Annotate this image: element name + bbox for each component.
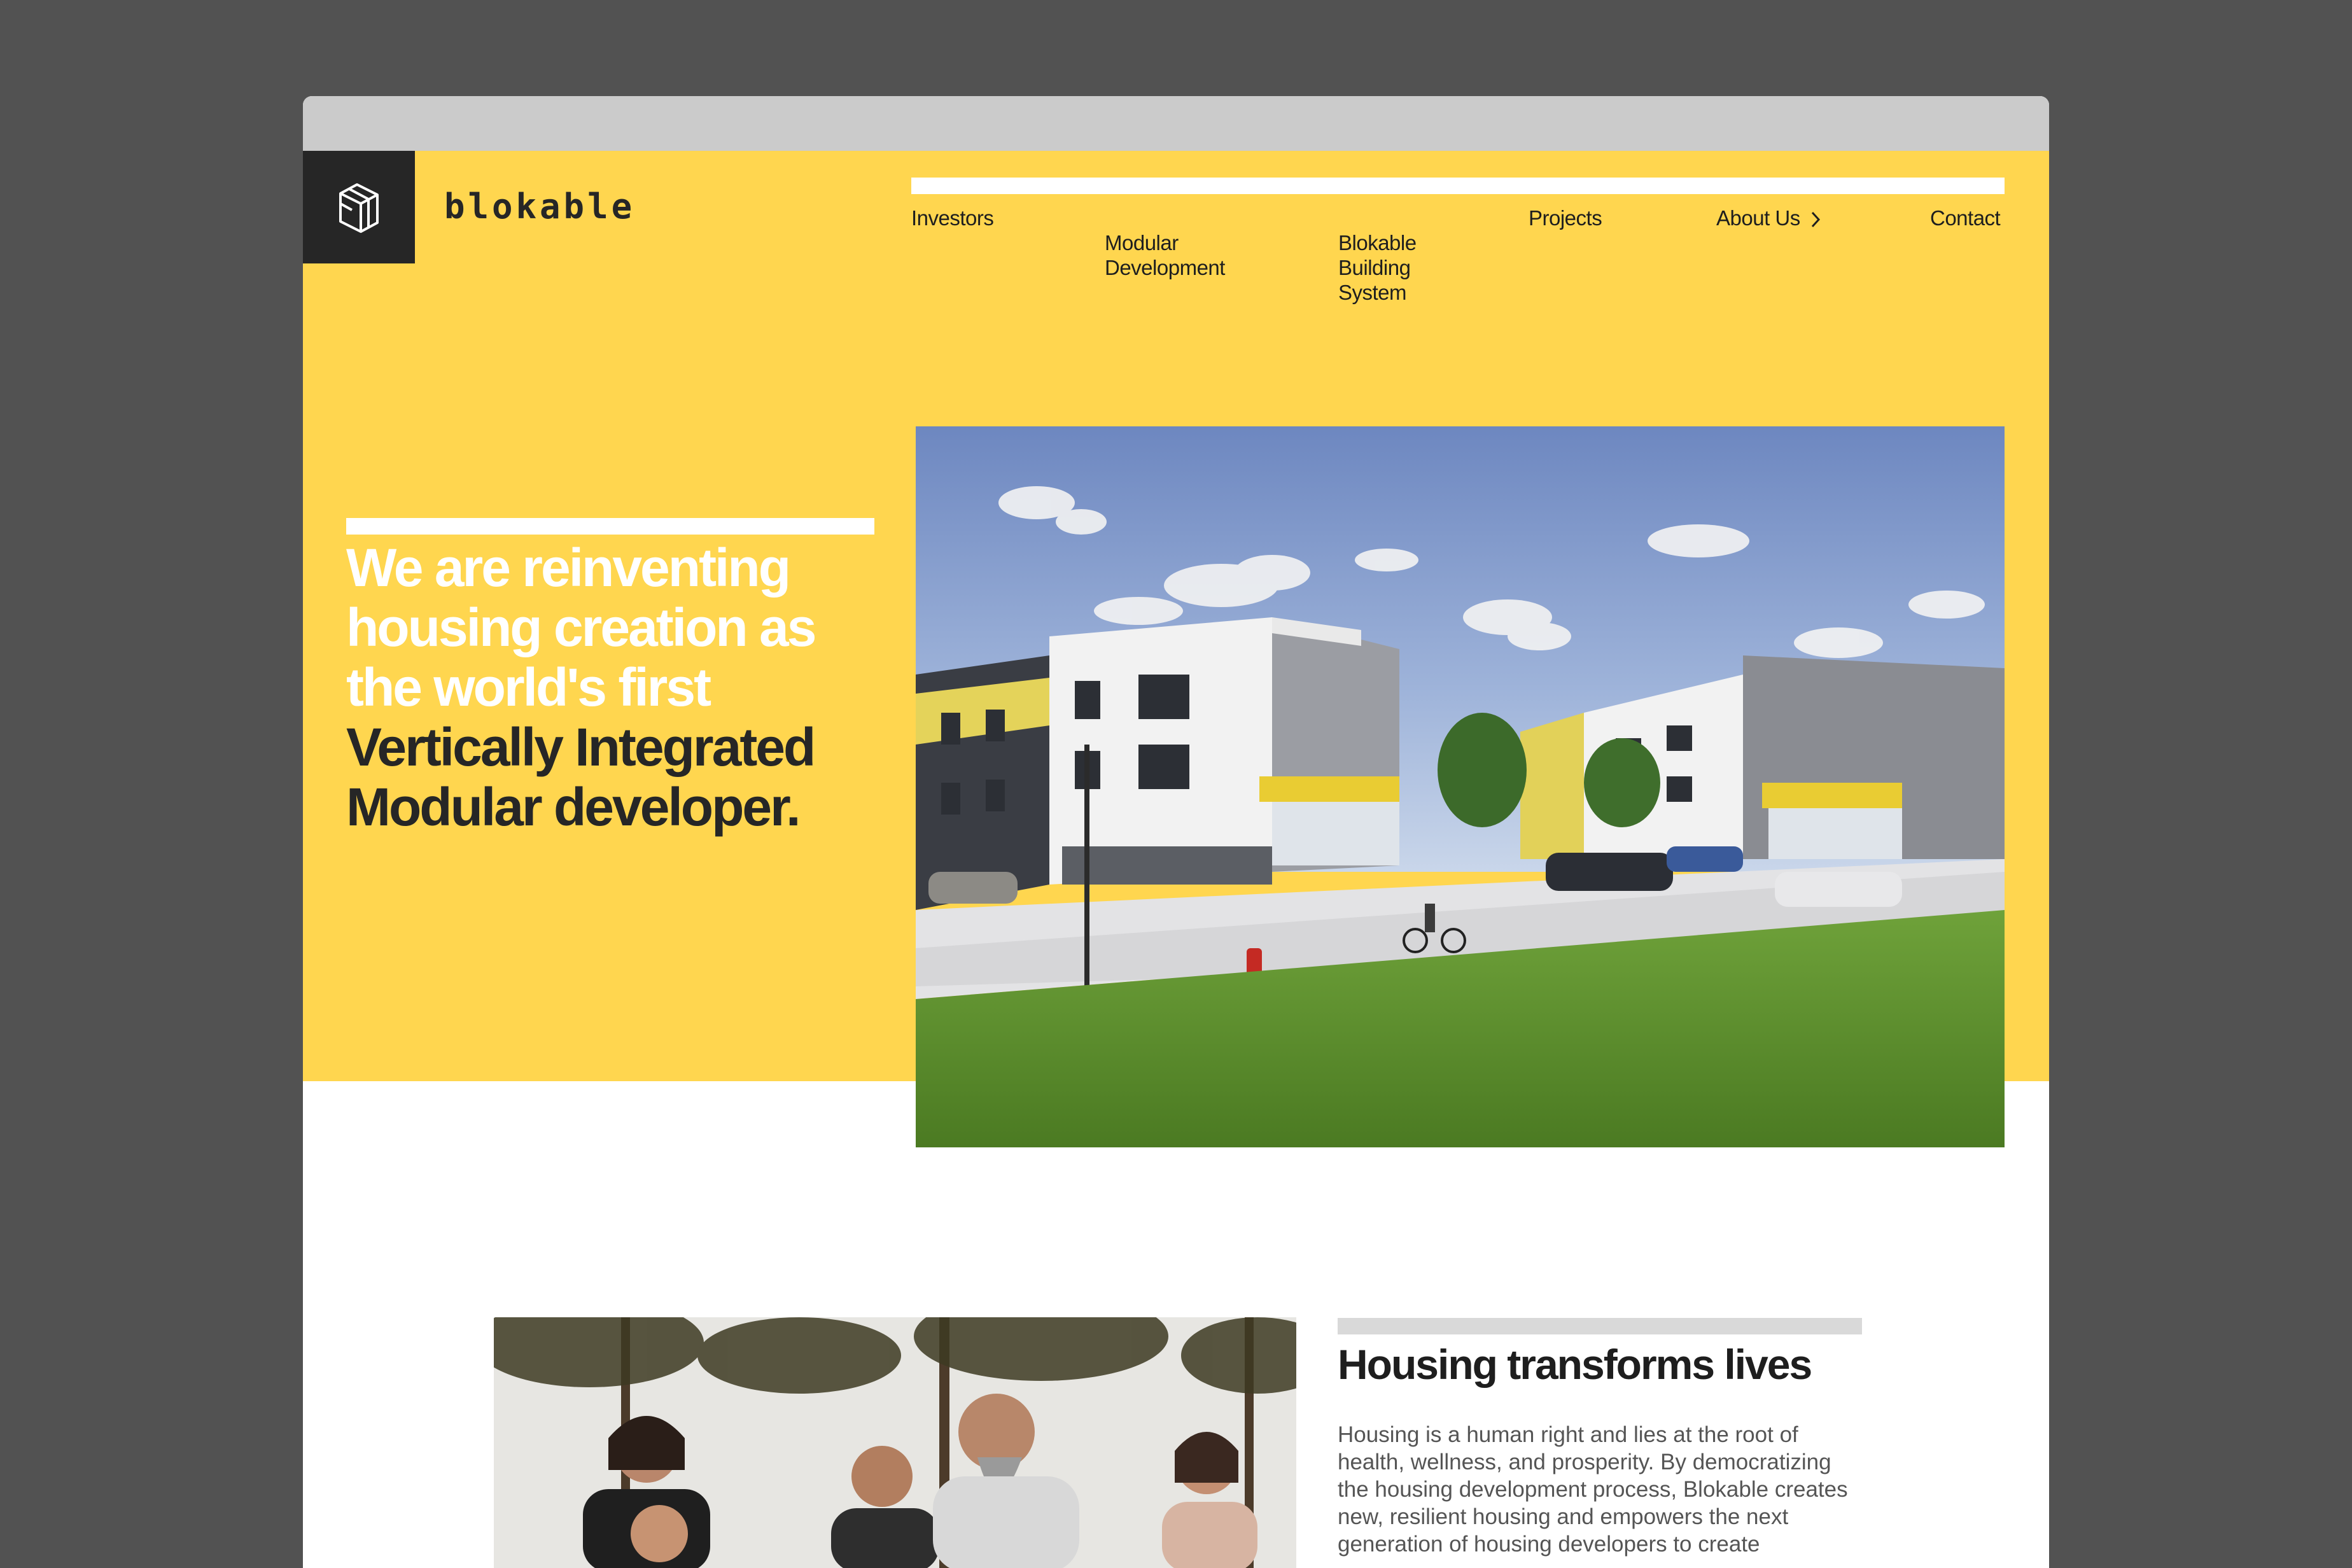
browser-window: blokable Investors Modular Development B…	[303, 96, 2049, 1568]
apartment-rendering-image	[916, 426, 2005, 1147]
nav-item-label: Modular Development	[1105, 231, 1225, 279]
hero-image	[916, 426, 2005, 1147]
section-accent-rule	[1338, 1318, 1862, 1334]
people-photo	[494, 1317, 1296, 1568]
hero-title: We are reinventing housing creation as t…	[346, 538, 893, 837]
nav-divider	[911, 178, 2005, 194]
browser-chrome-bar	[303, 96, 2049, 151]
hero-title-light: We are reinventing housing creation as t…	[346, 538, 817, 717]
nav-item-about-us[interactable]: About Us	[1716, 206, 1821, 230]
brand-wordmark[interactable]: blokable	[444, 186, 635, 227]
hero-title-dark: Vertically Integrated Modular developer.	[346, 717, 816, 837]
section-title: Housing transforms lives	[1338, 1341, 1812, 1388]
logo-link[interactable]	[303, 151, 415, 263]
nav-item-modular-development[interactable]: Modular Development	[1105, 206, 1225, 280]
nav-item-label: Blokable Building System	[1338, 231, 1417, 304]
nav-item-label: Contact	[1930, 206, 2001, 230]
nav-item-label: Projects	[1529, 206, 1602, 230]
section-body: Housing is a human right and lies at the…	[1338, 1422, 1848, 1557]
nav-item-label: About Us	[1716, 206, 1800, 230]
chevron-right-icon	[1812, 212, 1821, 228]
nav-item-projects[interactable]: Projects	[1529, 206, 1602, 230]
nav-item-label: Investors	[911, 206, 994, 230]
cube-outline-icon	[339, 183, 379, 233]
nav-item-blokable-building-system[interactable]: Blokable Building System	[1338, 206, 1417, 305]
people-community-photo	[494, 1317, 1296, 1568]
nav-item-contact[interactable]: Contact	[1930, 206, 2001, 230]
hero-accent-rule	[346, 518, 874, 535]
nav-item-investors[interactable]: Investors	[911, 206, 994, 230]
